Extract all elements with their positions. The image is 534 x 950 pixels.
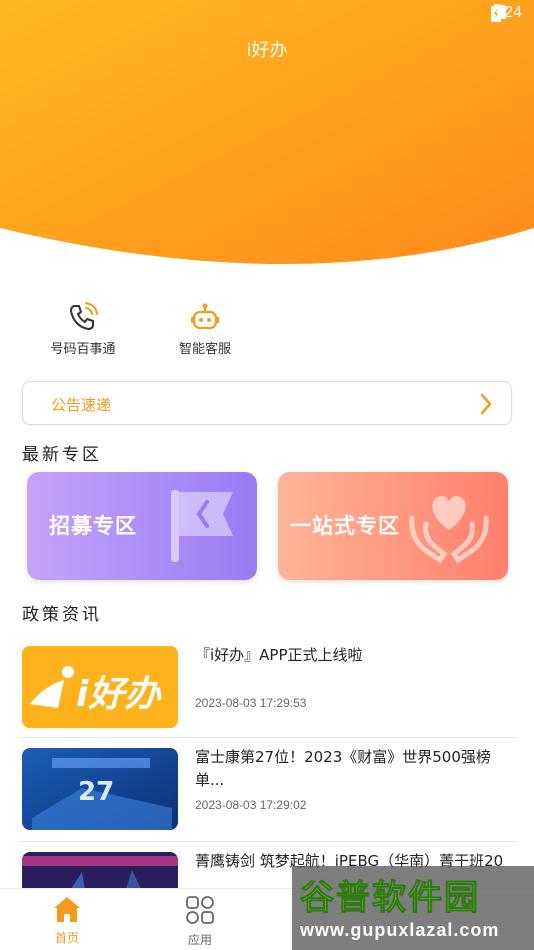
chevron-right-icon	[480, 393, 492, 415]
quick-action-label: 智能客服	[178, 342, 231, 357]
news-item[interactable]: 27 富士康第27位！2023《财富》世界500强榜单... 2023-08-0…	[18, 740, 518, 832]
battery-icon	[490, 4, 501, 22]
nav-item-home[interactable]: 首页	[37, 895, 97, 946]
page-title: i好办	[246, 40, 288, 61]
quick-action-service[interactable]: 智能客服	[150, 300, 260, 357]
quick-action-hotline[interactable]: 号码百事通	[28, 300, 138, 357]
watermark-url: www.gupuxlazal.com	[300, 920, 500, 940]
zone-label: 一站式专区	[290, 514, 400, 538]
quick-actions: 号码百事通 智能客服	[0, 300, 534, 370]
apps-icon	[186, 896, 214, 924]
section-title-zones: 最新专区	[22, 445, 102, 465]
zone-card-recruit[interactable]: 招募专区	[27, 472, 257, 580]
section-title-policy: 政策资讯	[22, 605, 102, 625]
news-date: 2023-08-03 17:29:02	[195, 798, 307, 812]
status-bar: 6:24	[0, 0, 534, 28]
news-date: 2023-08-03 17:29:53	[195, 696, 307, 710]
news-thumbnail: i好办	[22, 646, 178, 728]
home-icon	[54, 897, 80, 922]
nav-label: 应用	[187, 933, 212, 947]
flag-icon	[171, 490, 233, 562]
nav-label: 首页	[54, 931, 79, 945]
divider	[18, 841, 518, 842]
zone-card-onestop[interactable]: 一站式专区	[278, 472, 508, 580]
robot-icon	[191, 303, 219, 330]
header-banner: 6:24 i好办	[0, 0, 534, 270]
news-item[interactable]: i好办 『i好办』APP正式上线啦 2023-08-03 17:29:53	[18, 638, 518, 730]
news-thumbnail-text: i好办	[76, 674, 162, 715]
news-title: 富士康第27位！2023《财富》世界500强榜单...	[195, 748, 491, 789]
news-thumbnail: 27	[22, 748, 178, 830]
watermark: 谷普软件园 www.gupuxlazal.com	[292, 866, 534, 950]
watermark-name: 谷普软件园	[300, 878, 480, 919]
heart-hands-icon	[409, 496, 489, 564]
zone-label: 招募专区	[49, 514, 137, 538]
phone-icon	[70, 302, 98, 330]
notice-label: 公告速递	[51, 396, 112, 414]
news-title: 『i好办』APP正式上线啦	[195, 646, 363, 664]
news-thumbnail-text: 27	[78, 777, 114, 807]
divider	[18, 737, 518, 738]
quick-action-label: 号码百事通	[50, 342, 116, 357]
nav-item-apps[interactable]: 应用	[170, 895, 230, 948]
notice-bar[interactable]: 公告速递	[22, 381, 512, 425]
